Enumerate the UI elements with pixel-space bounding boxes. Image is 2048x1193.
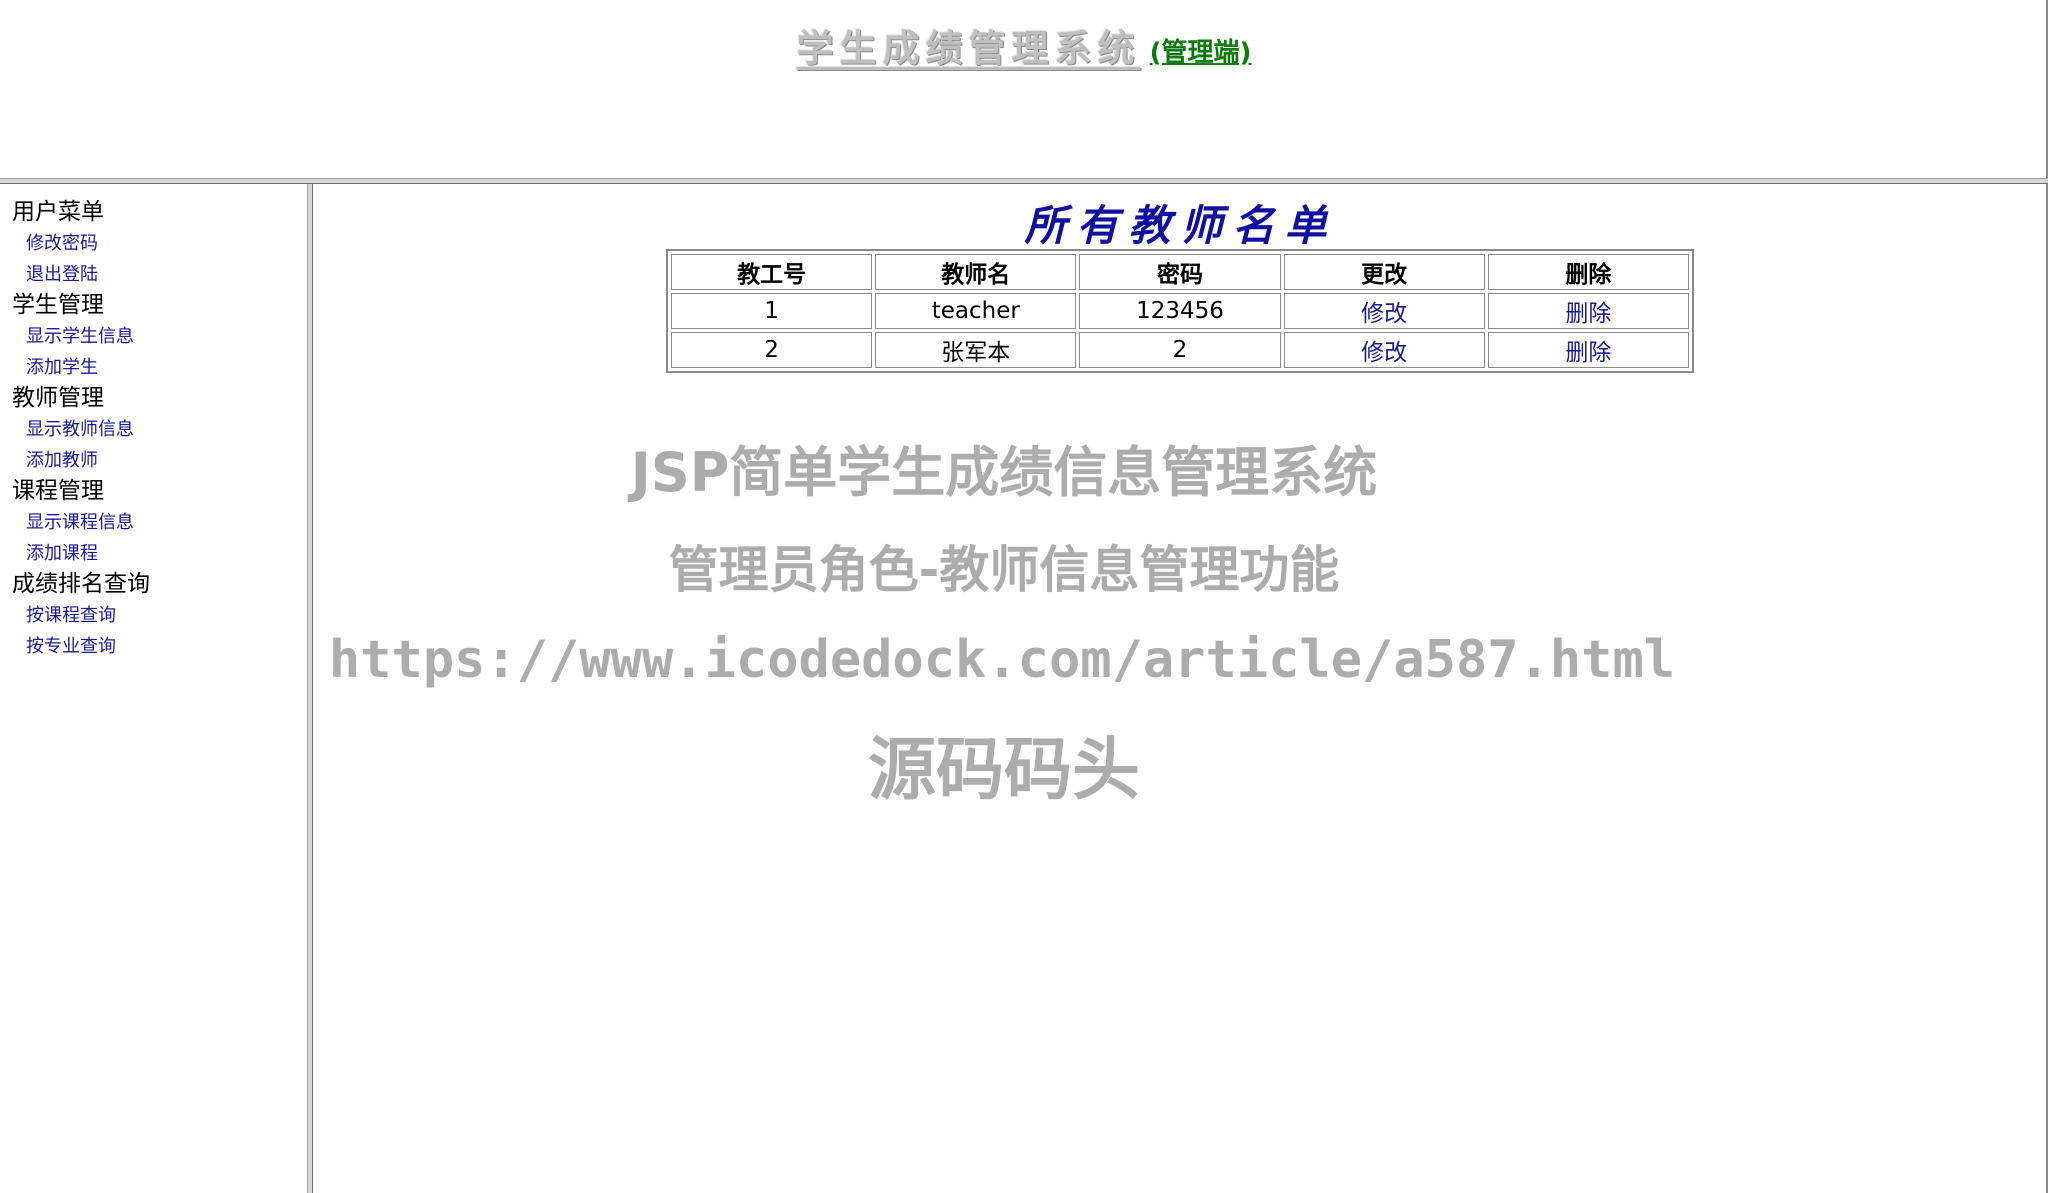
sidebar-item-add-student[interactable]: 添加学生 [12, 352, 150, 383]
site-title: 学生成绩管理系统 (管理端) [0, 18, 2048, 72]
cell-edit: 修改 [1283, 293, 1485, 329]
edit-link[interactable]: 修改 [1361, 301, 1407, 327]
cell-name: 张军本 [875, 332, 1077, 368]
column-header-password: 密码 [1079, 254, 1281, 290]
menu-group-title: 用户菜单 [12, 199, 104, 225]
cell-password: 2 [1079, 332, 1281, 368]
delete-link[interactable]: 删除 [1565, 340, 1611, 366]
cell-password: 123456 [1079, 293, 1281, 329]
header-frame: 学生成绩管理系统 (管理端) [0, 0, 2048, 178]
edit-link[interactable]: 修改 [1361, 340, 1407, 366]
cell-edit: 修改 [1283, 332, 1485, 368]
watermark-line: 管理员角色-教师信息管理功能 [668, 541, 1340, 599]
table-row: 1 teacher 123456 修改 删除 [671, 293, 1689, 329]
sidebar-item-logout[interactable]: 退出登陆 [12, 259, 150, 290]
menu-group-title: 学生管理 [12, 292, 104, 318]
watermark-line: JSP简单学生成绩信息管理系统 [630, 441, 1378, 504]
column-header-edit: 更改 [1283, 254, 1485, 290]
table-row: 2 张军本 2 修改 删除 [671, 332, 1689, 368]
menu-group-title: 教师管理 [12, 385, 104, 411]
cell-id: 1 [671, 293, 873, 329]
column-header-id: 教工号 [671, 254, 873, 290]
delete-link[interactable]: 删除 [1565, 301, 1611, 327]
site-title-main: 学生成绩管理系统 [796, 26, 1141, 70]
teacher-table: 教工号 教师名 密码 更改 删除 1 teacher 123456 修改 删除 … [666, 249, 1694, 373]
cell-delete: 删除 [1487, 293, 1689, 329]
menu-group-user: 用户菜单 修改密码 退出登陆 [12, 197, 150, 290]
watermark-brand: 源码码头 [867, 731, 1140, 810]
page-title: 所有教师名单 [1024, 201, 1337, 250]
column-header-delete: 删除 [1487, 254, 1689, 290]
sidebar-item-change-password[interactable]: 修改密码 [12, 228, 150, 259]
sidebar-item-show-students[interactable]: 显示学生信息 [12, 321, 150, 352]
table-header-row: 教工号 教师名 密码 更改 删除 [671, 254, 1689, 290]
column-header-name: 教师名 [875, 254, 1077, 290]
watermark-url: https://www.icodedock.com/article/a587.h… [328, 630, 1676, 690]
sidebar-item-query-by-course[interactable]: 按课程查询 [12, 600, 150, 631]
admin-portal-link[interactable]: (管理端) [1150, 38, 1252, 68]
cell-delete: 删除 [1487, 332, 1689, 368]
cell-name: teacher [875, 293, 1077, 329]
cell-id: 2 [671, 332, 873, 368]
menu-group-students: 学生管理 显示学生信息 添加学生 [12, 290, 150, 383]
